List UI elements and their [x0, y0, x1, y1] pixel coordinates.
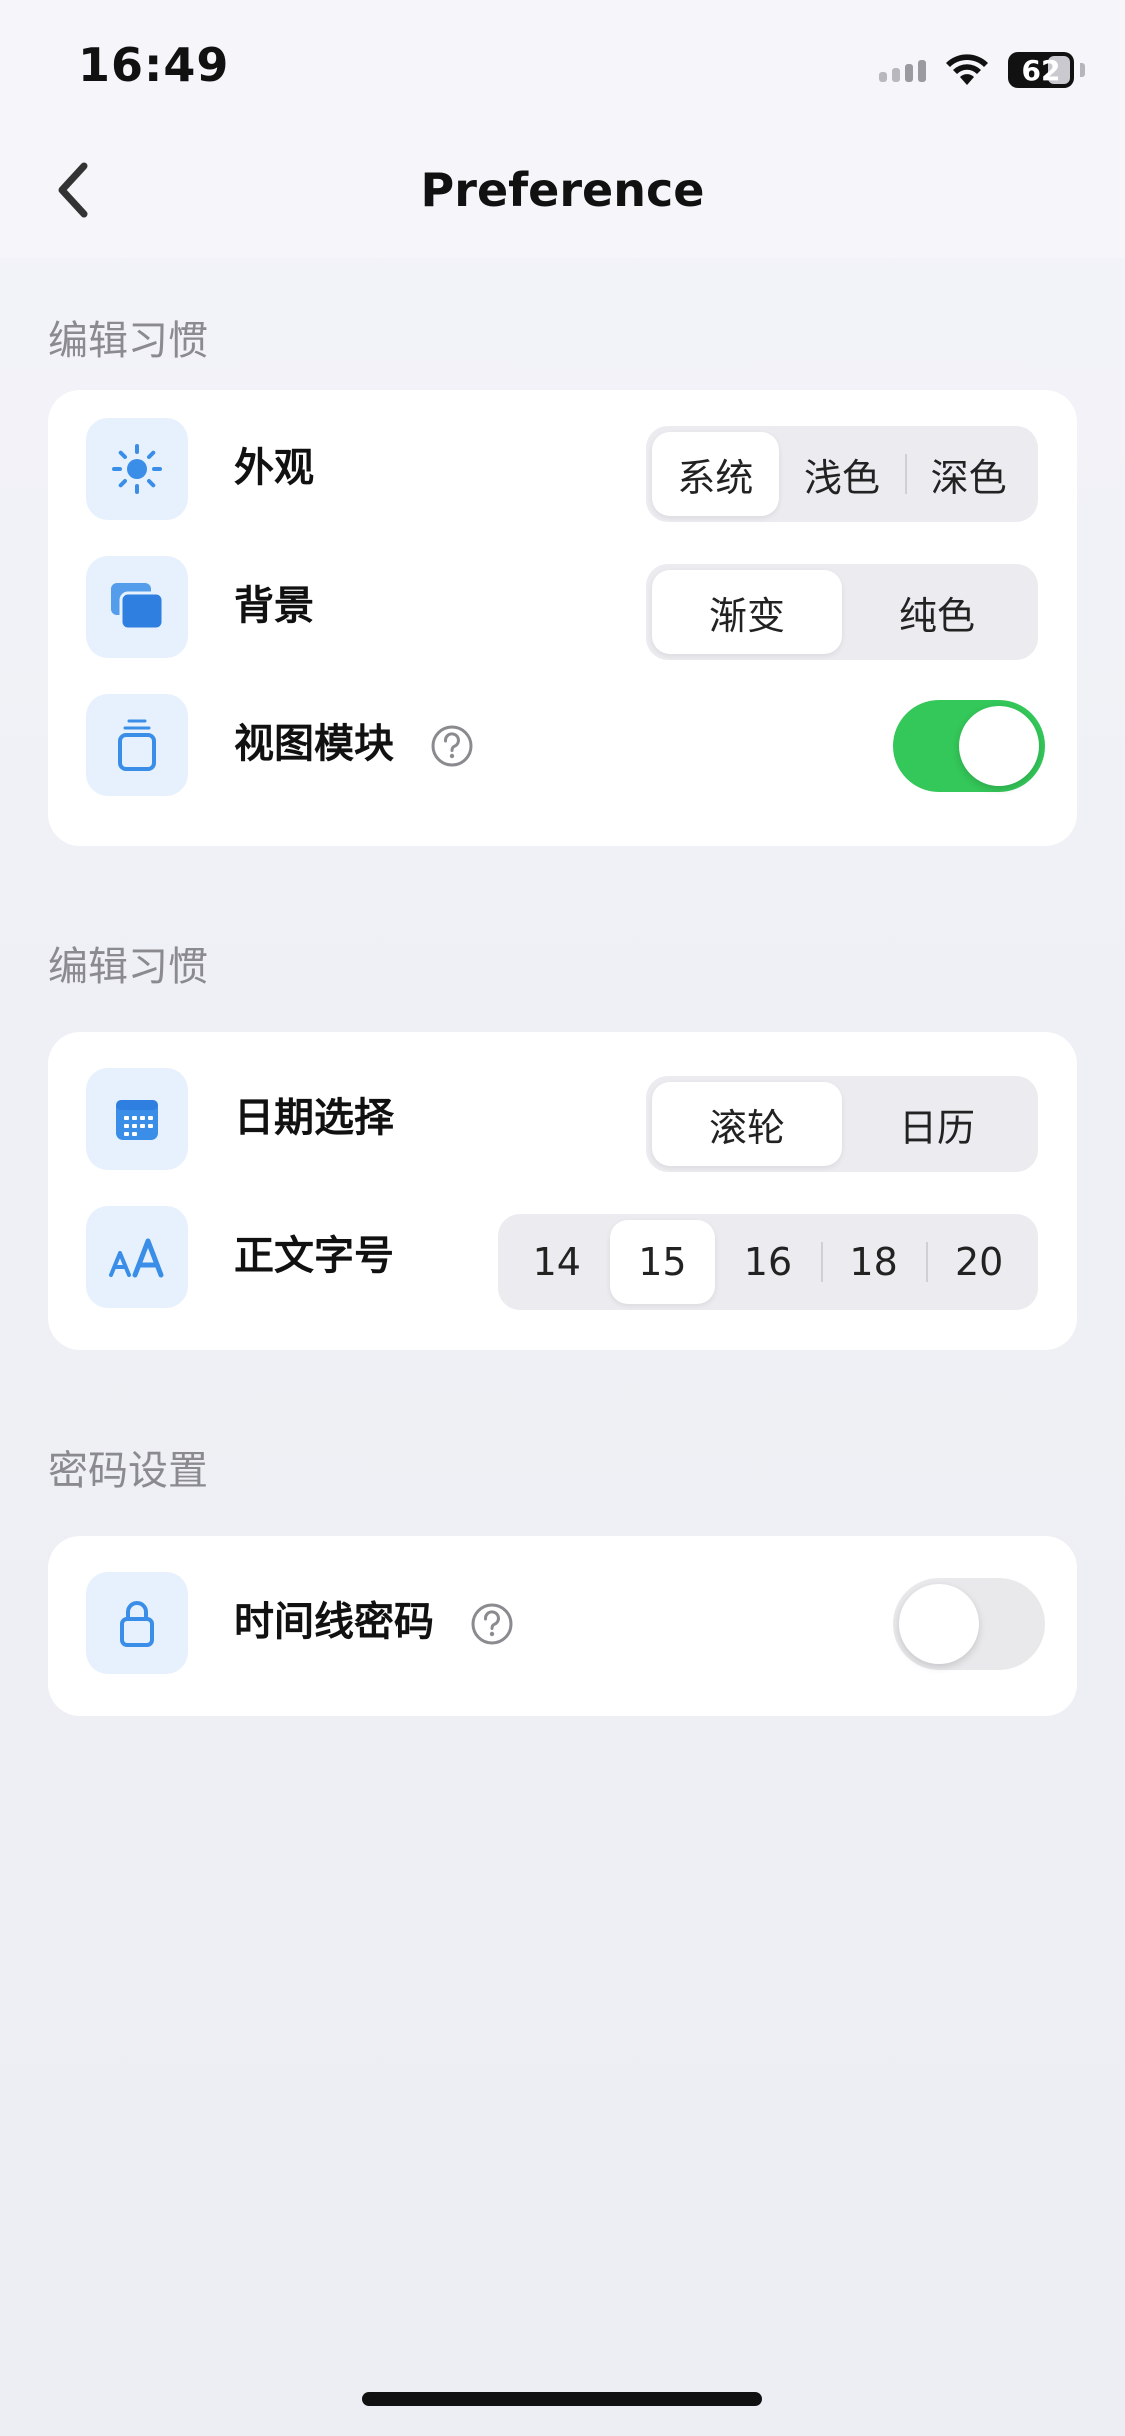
date-picker-option-calendar[interactable]: 日历 [842, 1082, 1032, 1166]
font-size-option-18[interactable]: 18 [820, 1220, 927, 1304]
card-editing-date-font: 日期选择 滚轮 日历 正文字号 14 15 16 18 20 [48, 1032, 1077, 1350]
section-title-editing-2: 编辑习惯 [48, 944, 208, 990]
timeline-password-toggle-knob [899, 1584, 979, 1664]
password-icon-tile [86, 1572, 188, 1674]
font-size-option-15[interactable]: 15 [609, 1220, 716, 1304]
background-segmented-control: 渐变 纯色 [646, 564, 1038, 660]
background-label: 背景 [234, 583, 314, 629]
appearance-option-system[interactable]: 系统 [652, 432, 779, 516]
section-title-editing: 编辑习惯 [48, 318, 208, 364]
view-module-label-wrap: 视图模块 [234, 708, 474, 780]
question-icon[interactable] [470, 1602, 514, 1646]
font-size-label: 正文字号 [234, 1233, 394, 1279]
font-size-icon-tile [86, 1206, 188, 1308]
calendar-icon [116, 1100, 158, 1140]
battery-tip [1080, 63, 1085, 77]
battery-level: 62 [1021, 53, 1061, 87]
row-background: 背景 渐变 纯色 [48, 540, 1077, 678]
home-indicator[interactable] [362, 2392, 762, 2406]
row-appearance: 外观 系统 浅色 深色 [48, 402, 1077, 540]
appearance-option-light[interactable]: 浅色 [779, 432, 906, 516]
view-module-toggle[interactable] [893, 700, 1045, 792]
background-option-gradient[interactable]: 渐变 [652, 570, 842, 654]
status-bar: 16:49 62 [0, 0, 1125, 140]
view-module-toggle-knob [959, 706, 1039, 786]
appearance-label: 外观 [234, 445, 314, 491]
nav-bar: Preference [0, 140, 1125, 258]
date-picker-label: 日期选择 [234, 1095, 394, 1141]
background-icon-tile [86, 556, 188, 658]
timeline-password-label-wrap: 时间线密码 [234, 1586, 514, 1658]
appearance-icon-tile [86, 418, 188, 520]
font-size-option-16[interactable]: 16 [715, 1220, 821, 1304]
timeline-password-toggle[interactable] [893, 1578, 1045, 1670]
row-timeline-password: 时间线密码 [48, 1556, 1077, 1694]
date-picker-icon-tile [86, 1068, 188, 1170]
date-picker-segmented-control: 滚轮 日历 [646, 1076, 1038, 1172]
date-picker-option-wheel[interactable]: 滚轮 [652, 1082, 842, 1166]
status-time: 16:49 [78, 38, 230, 92]
font-size-option-20[interactable]: 20 [926, 1220, 1032, 1304]
sun-icon [112, 444, 162, 494]
question-icon[interactable] [430, 724, 474, 768]
lock-icon [120, 1601, 154, 1647]
row-view-module: 视图模块 [48, 678, 1077, 816]
appearance-segmented-control: 系统 浅色 深色 [646, 426, 1038, 522]
row-date-picker: 日期选择 滚轮 日历 [48, 1052, 1077, 1190]
card-editing-appearance: 外观 系统 浅色 深色 背景 渐变 纯色 视图模块 [48, 390, 1077, 846]
widget-icon [118, 719, 156, 771]
view-module-icon-tile [86, 694, 188, 796]
timeline-password-label: 时间线密码 [234, 1599, 434, 1645]
card-password: 时间线密码 [48, 1536, 1077, 1716]
layers-icon [111, 583, 165, 631]
status-icons: 62 [879, 48, 1085, 92]
battery-icon: 62 [1008, 52, 1074, 88]
font-size-option-14[interactable]: 14 [504, 1220, 610, 1304]
section-title-password: 密码设置 [48, 1448, 208, 1494]
view-module-label: 视图模块 [234, 721, 394, 767]
cellular-signal-icon [879, 58, 926, 82]
background-option-solid[interactable]: 纯色 [842, 570, 1032, 654]
wifi-icon [946, 54, 988, 85]
font-size-segmented-control: 14 15 16 18 20 [498, 1214, 1038, 1310]
text-size-icon [109, 1238, 164, 1278]
page-title: Preference [420, 163, 705, 217]
appearance-option-dark[interactable]: 深色 [905, 432, 1032, 516]
row-font-size: 正文字号 14 15 16 18 20 [48, 1190, 1077, 1328]
